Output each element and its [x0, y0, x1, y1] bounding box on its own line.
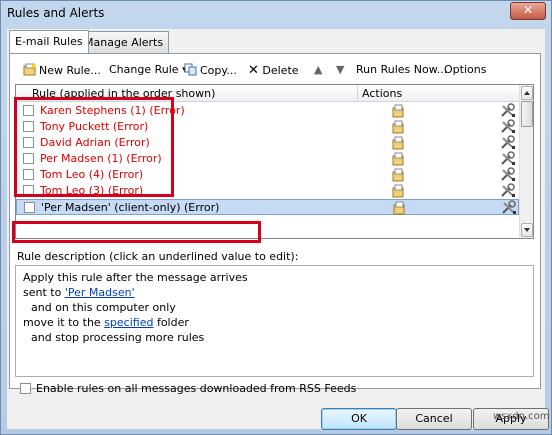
- delete-label: Delete: [262, 64, 299, 77]
- description-label-highlight-box: [12, 221, 261, 243]
- desc-line-1: Apply this rule after the message arrive…: [23, 271, 248, 284]
- rules-toolbar: New Rule... Change Rule ▾ Copy... ✕ Dele…: [18, 60, 538, 82]
- options-label: Options: [444, 63, 487, 76]
- copy-button[interactable]: Copy...: [184, 63, 237, 77]
- move-up-button[interactable]: ▲: [314, 63, 322, 76]
- error-rules-highlight-box: [14, 97, 174, 197]
- rules-scrollbar[interactable]: [519, 85, 533, 238]
- watermark-text: wsxdn.com: [493, 411, 550, 422]
- rss-checkbox-box[interactable]: [20, 383, 31, 394]
- new-rule-button[interactable]: New Rule...: [23, 63, 101, 77]
- new-rule-icon: [23, 63, 36, 76]
- scroll-down-icon: [524, 228, 530, 232]
- new-rule-label: New Rule...: [39, 64, 101, 77]
- message-action-icon: [392, 152, 404, 166]
- window-title: Rules and Alerts: [7, 6, 105, 20]
- tools-action-icon: [501, 119, 515, 133]
- move-down-button[interactable]: ▼: [336, 63, 344, 76]
- message-action-icon: [392, 120, 404, 134]
- folder-link[interactable]: specified: [104, 316, 153, 329]
- options-button[interactable]: Options: [444, 63, 486, 76]
- table-row[interactable]: 'Per Madsen' (client-only) (Error): [16, 199, 519, 215]
- desc-line-2: sent to 'Per Madsen': [23, 285, 533, 300]
- ok-button[interactable]: OK: [321, 408, 397, 430]
- tools-action-icon: [502, 200, 516, 214]
- message-action-icon: [392, 136, 404, 150]
- tab-email-rules[interactable]: E-mail Rules: [9, 30, 89, 53]
- message-action-icon: [393, 201, 405, 215]
- scroll-down-button[interactable]: [521, 223, 533, 237]
- desc-line-4: move it to the specified folder: [23, 315, 533, 330]
- rule-name: 'Per Madsen' (client-only) (Error): [41, 201, 219, 214]
- tools-action-icon: [501, 183, 515, 197]
- change-rule-button[interactable]: Change Rule ▾: [109, 63, 188, 76]
- scroll-up-button[interactable]: [521, 86, 533, 100]
- desc-line-4-suffix: folder: [153, 316, 189, 329]
- tools-action-icon: [501, 135, 515, 149]
- change-rule-label: Change Rule: [109, 63, 179, 76]
- close-icon: ✕: [522, 3, 534, 17]
- rule-description-label: Rule description (click an underlined va…: [17, 250, 299, 263]
- cancel-button[interactable]: Cancel: [396, 408, 472, 430]
- move-up-icon: ▲: [314, 63, 323, 76]
- run-rules-now-label: Run Rules Now...: [356, 63, 448, 76]
- close-button[interactable]: ✕: [510, 2, 546, 20]
- desc-line-5: and stop processing more rules: [31, 331, 205, 344]
- tab-label: E-mail Rules: [15, 35, 83, 48]
- message-action-icon: [392, 184, 404, 198]
- message-action-icon: [392, 168, 404, 182]
- move-down-icon: ▼: [336, 63, 345, 76]
- scroll-up-icon: [524, 91, 530, 95]
- tools-action-icon: [501, 151, 515, 165]
- copy-label: Copy...: [200, 64, 237, 77]
- rule-enable-checkbox[interactable]: [24, 202, 35, 213]
- rule-status-text: (Error): [184, 201, 220, 214]
- message-action-icon: [392, 104, 404, 118]
- tab-manage-alerts[interactable]: Manage Alerts: [78, 31, 170, 53]
- rule-description-box: Apply this rule after the message arrive…: [15, 265, 534, 377]
- rule-name-text: 'Per Madsen' (client-only): [41, 201, 181, 214]
- tab-label: Manage Alerts: [84, 36, 164, 49]
- delete-icon: ✕: [248, 63, 259, 78]
- tools-action-icon: [501, 167, 515, 181]
- title-bar[interactable]: Rules and Alerts ✕: [1, 1, 551, 25]
- rss-checkbox-label: Enable rules on all messages downloaded …: [36, 382, 357, 395]
- delete-button[interactable]: ✕ Delete: [248, 63, 299, 78]
- rules-and-alerts-window: Rules and Alerts ✕ E-mail Rules Manage A…: [0, 0, 552, 435]
- desc-line-3: and on this computer only: [31, 301, 176, 314]
- desc-line-2-text: sent to: [23, 286, 65, 299]
- desc-line-4-text: move it to the: [23, 316, 105, 329]
- column-header-actions[interactable]: Actions: [358, 85, 519, 102]
- copy-icon: [184, 63, 197, 76]
- tools-action-icon: [501, 103, 515, 117]
- scroll-thumb[interactable]: [521, 101, 533, 127]
- run-rules-now-button[interactable]: Run Rules Now...: [356, 63, 447, 76]
- sender-link[interactable]: 'Per Madsen': [65, 286, 135, 299]
